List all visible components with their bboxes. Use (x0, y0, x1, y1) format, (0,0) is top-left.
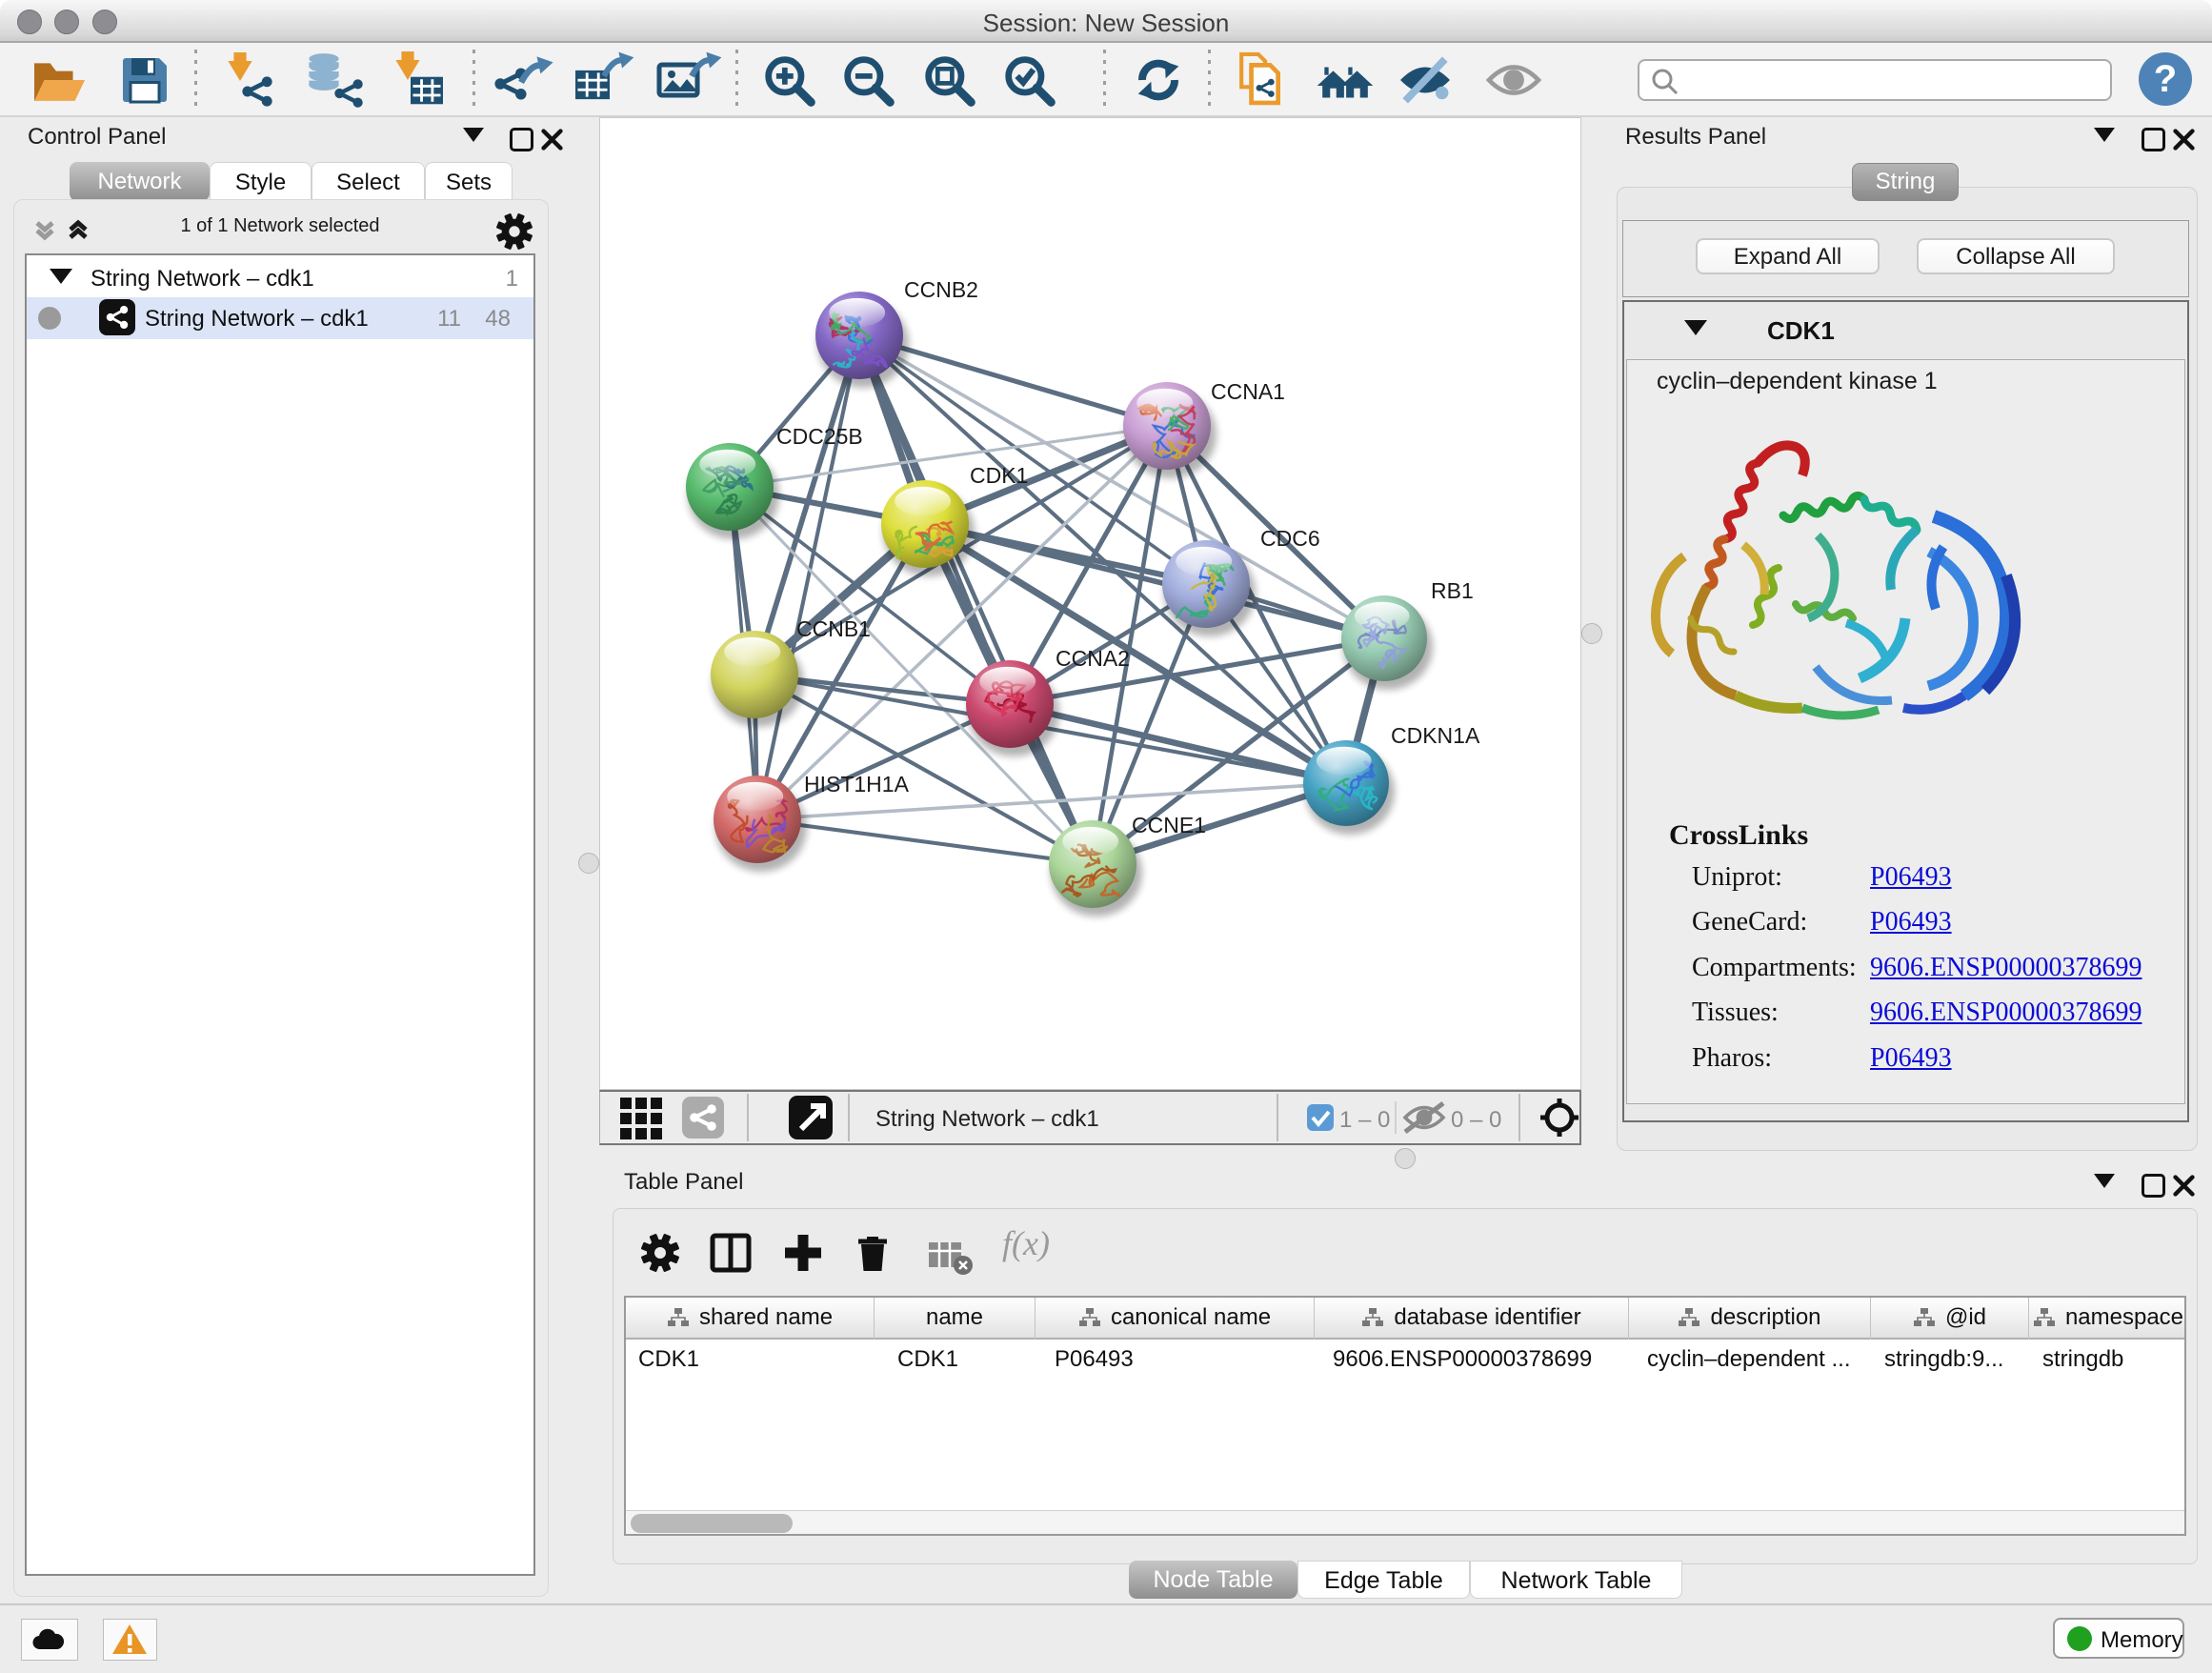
svg-text:HIST1H1A: HIST1H1A (804, 772, 910, 796)
svg-text:RB1: RB1 (1431, 578, 1474, 603)
svg-text:CDK1: CDK1 (970, 463, 1028, 488)
svg-text:CDC25B: CDC25B (776, 424, 863, 449)
svg-text:CCNA2: CCNA2 (1056, 646, 1130, 671)
svg-text:CDC6: CDC6 (1260, 526, 1320, 551)
svg-text:CDKN1A: CDKN1A (1391, 723, 1480, 748)
svg-text:CCNB1: CCNB1 (796, 616, 871, 641)
svg-text:CCNB2: CCNB2 (904, 277, 978, 302)
svg-text:CCNA1: CCNA1 (1211, 379, 1285, 404)
svg-text:CCNE1: CCNE1 (1132, 813, 1206, 837)
